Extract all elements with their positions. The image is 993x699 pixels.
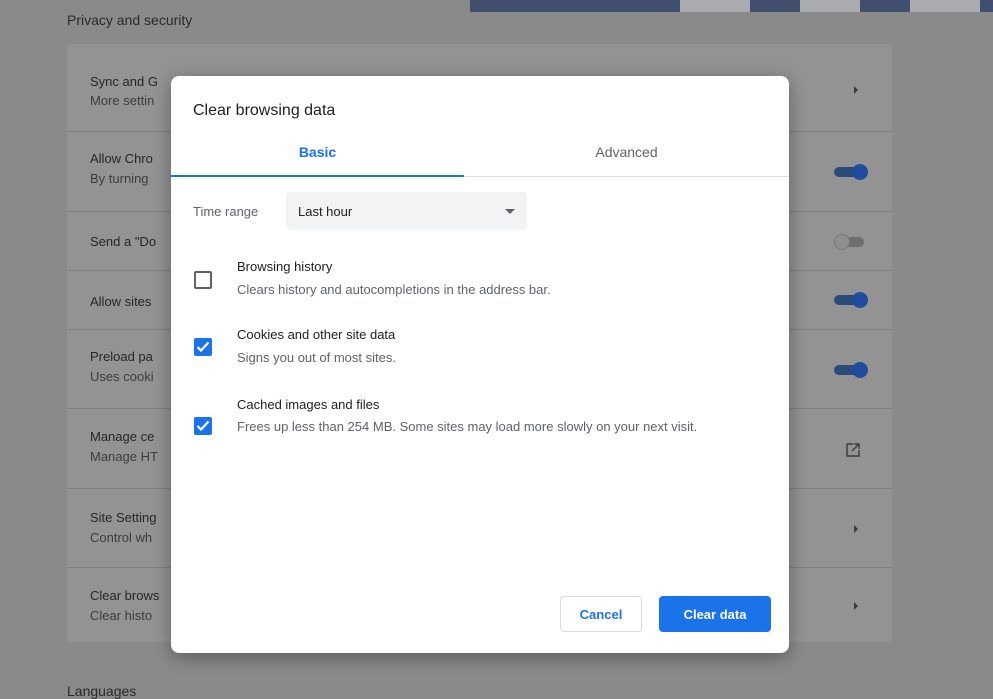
row-sublabel: Uses cooki [90,369,154,384]
tab-basic[interactable]: Basic [171,136,464,176]
option-description: Clears history and autocompletions in th… [237,282,551,297]
external-link-icon[interactable] [846,443,860,457]
section-title-privacy: Privacy and security [67,12,193,28]
dialog-title: Clear browsing data [193,102,336,119]
time-range-label: Time range [193,204,259,219]
time-range-value: Last hour [298,204,353,219]
chevron-right-icon[interactable] [854,602,858,610]
toggle-switch[interactable] [834,362,868,378]
toggle-switch[interactable] [834,164,868,180]
toggle-switch[interactable] [834,292,868,308]
row-label: Preload pa [90,349,153,364]
row-label: Allow sites [90,294,152,309]
clear-browsing-data-dialog: Clear browsing data Basic Advanced Time … [171,76,789,653]
option-title: Cookies and other site data [237,327,396,342]
row-label: Sync and G [90,74,158,89]
row-label: Allow Chro [90,151,153,166]
option-description: Frees up less than 254 MB. Some sites ma… [237,419,698,434]
row-sublabel: Control wh [90,530,153,545]
row-label: Manage ce [90,429,155,444]
section-title-languages: Languages [67,683,137,699]
dropdown-arrow-icon [505,209,515,214]
option-description: Signs you out of most sites. [237,350,396,365]
option-title: Browsing history [237,259,333,274]
chevron-right-icon[interactable] [854,525,858,533]
dialog-tabs: Basic Advanced [171,136,789,177]
checkbox-cached-images[interactable] [194,417,212,435]
row-sublabel: Manage HT [90,449,158,464]
option-title: Cached images and files [237,397,380,412]
row-label: Send a "Do [90,234,157,249]
top-banner [470,0,993,12]
clear-data-button[interactable]: Clear data [659,596,771,632]
tab-advanced[interactable]: Advanced [464,136,789,176]
row-sublabel: Clear histo [90,608,153,623]
cancel-button[interactable]: Cancel [560,596,642,632]
time-range-select[interactable]: Last hour [286,192,527,230]
checkmark-icon [196,420,210,432]
toggle-switch[interactable] [834,234,868,250]
row-label: Site Setting [90,510,157,525]
selected-tab-indicator [171,175,464,177]
row-sublabel: By turning [90,171,149,186]
chevron-right-icon[interactable] [854,86,858,94]
checkbox-cookies[interactable] [194,338,212,356]
row-sublabel: More settin [90,93,155,108]
row-label: Clear brows [90,588,160,603]
checkmark-icon [196,341,210,353]
checkbox-browsing-history[interactable] [194,271,212,289]
